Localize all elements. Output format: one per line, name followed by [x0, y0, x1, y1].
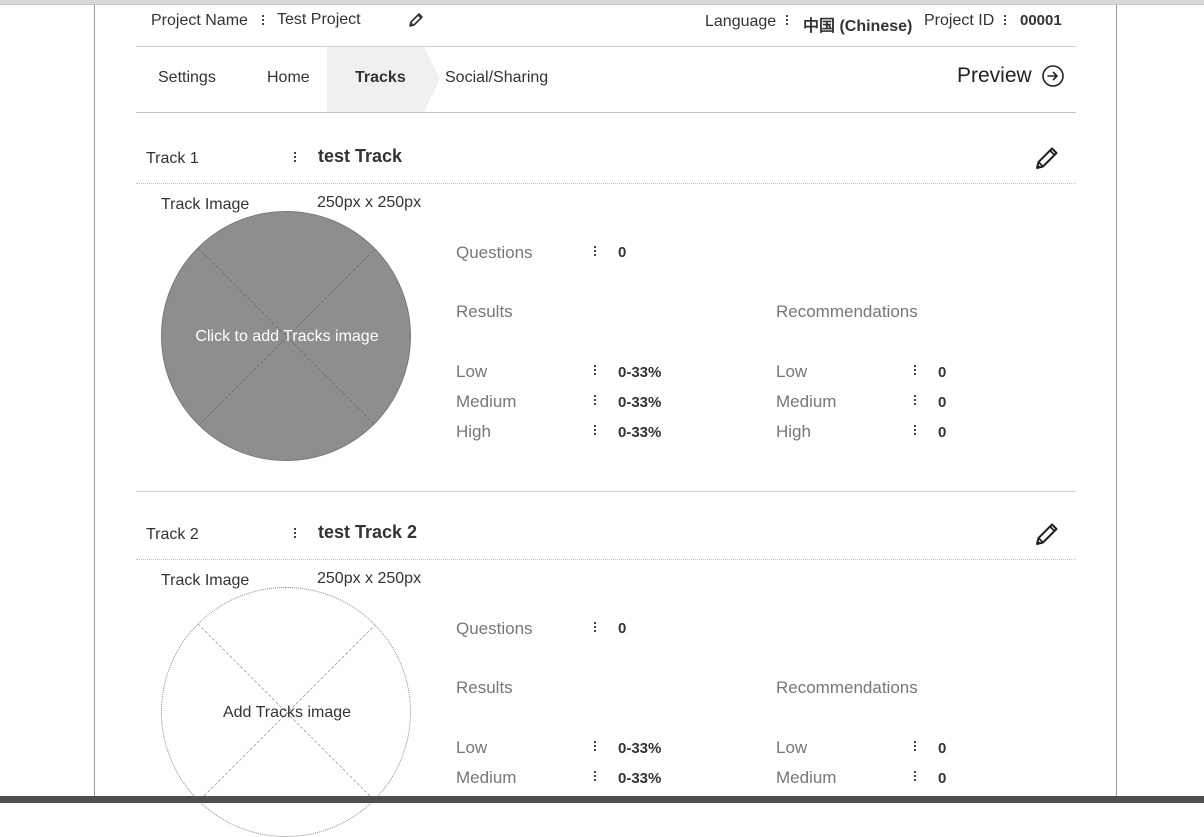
separator: [914, 395, 916, 406]
project-id-label: Project ID: [924, 12, 995, 29]
recommendations-title: Recommendations: [776, 302, 918, 321]
result-medium-label: Medium: [456, 392, 517, 411]
project-id-value: 00001: [1020, 12, 1062, 29]
recommendation-low-value: 0: [938, 364, 947, 381]
result-low-value: 0-33%: [618, 364, 662, 381]
questions-label: Questions: [456, 619, 533, 638]
result-high-value: 0-33%: [618, 424, 662, 441]
separator: [914, 741, 916, 752]
separator: [294, 152, 296, 163]
separator: [594, 425, 596, 436]
track-image-size: 250px x 250px: [317, 194, 422, 211]
recommendation-high-label: High: [776, 422, 811, 441]
tab-active-arrow: [424, 47, 440, 112]
questions-value: 0: [618, 620, 627, 637]
tab-social-sharing[interactable]: Social/Sharing: [445, 69, 548, 87]
project-name-value: Test Project: [277, 11, 361, 28]
result-high-label: High: [456, 422, 491, 441]
questions-label: Questions: [456, 243, 533, 262]
page-frame-right: [1116, 5, 1117, 797]
result-medium-value: 0-33%: [618, 770, 662, 787]
project-name-label: Project Name: [151, 12, 248, 29]
separator: [594, 246, 596, 257]
recommendation-medium-value: 0: [938, 770, 947, 787]
recommendation-medium-value: 0: [938, 394, 947, 411]
track-label: Track 2: [146, 526, 199, 543]
tabs-divider: [136, 112, 1076, 113]
separator: [594, 771, 596, 782]
separator: [594, 395, 596, 406]
browser-bottom-bar: [0, 796, 1204, 803]
track-section-divider: [136, 491, 1076, 492]
recommendation-low-label: Low: [776, 738, 808, 757]
recommendation-low-value: 0: [938, 740, 947, 757]
recommendation-medium-label: Medium: [776, 768, 837, 787]
page-frame-left: [94, 5, 95, 797]
track-label: Track 1: [146, 150, 199, 167]
track-image-upload[interactable]: Click to add Tracks image: [161, 211, 411, 461]
result-medium-label: Medium: [456, 768, 517, 787]
recommendation-low-label: Low: [776, 362, 808, 381]
separator: [594, 622, 596, 633]
track-image-size: 250px x 250px: [317, 570, 422, 587]
recommendation-high-value: 0: [938, 424, 947, 441]
tab-settings[interactable]: Settings: [158, 69, 216, 87]
separator: [294, 528, 296, 539]
preview-button[interactable]: Preview: [957, 64, 1065, 88]
track-divider: [136, 183, 1076, 184]
questions-value: 0: [618, 244, 627, 261]
track-divider: [136, 559, 1076, 560]
edit-track-pencil-icon[interactable]: [1034, 145, 1060, 176]
result-low-label: Low: [456, 738, 488, 757]
recommendation-medium-label: Medium: [776, 392, 837, 411]
recommendations-title: Recommendations: [776, 678, 918, 697]
separator: [914, 365, 916, 376]
separator: [786, 15, 788, 26]
tab-home[interactable]: Home: [267, 69, 310, 87]
track-name: test Track: [318, 146, 403, 166]
separator: [1004, 15, 1006, 26]
edit-project-name-pencil-icon[interactable]: [408, 12, 424, 33]
tab-tracks[interactable]: Tracks: [355, 69, 406, 87]
track-name: test Track 2: [318, 522, 418, 542]
separator: [594, 365, 596, 376]
arrow-right-circle-icon: [1041, 64, 1065, 88]
results-title: Results: [456, 678, 513, 697]
language-value[interactable]: 中国 (Chinese): [803, 12, 912, 36]
edit-track-pencil-icon[interactable]: [1034, 521, 1060, 552]
separator: [914, 425, 916, 436]
separator: [594, 741, 596, 752]
separator: [262, 15, 264, 26]
result-low-label: Low: [456, 362, 488, 381]
results-title: Results: [456, 302, 513, 321]
browser-top-edge: [0, 0, 1204, 5]
result-low-value: 0-33%: [618, 740, 662, 757]
track-image-text: Click to add Tracks image: [195, 328, 379, 345]
header-divider: [136, 46, 1076, 47]
separator: [914, 771, 916, 782]
preview-label: Preview: [957, 64, 1032, 87]
result-medium-value: 0-33%: [618, 394, 662, 411]
language-label: Language: [705, 13, 777, 30]
